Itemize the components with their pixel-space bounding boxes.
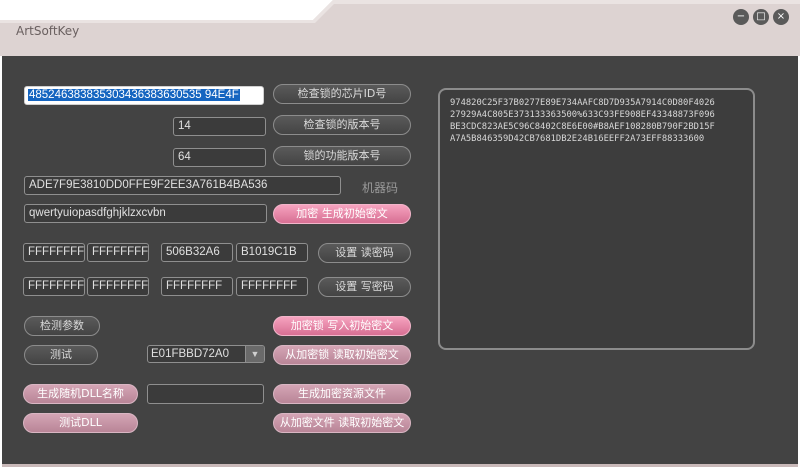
detect-params-button[interactable]: 检测参数	[24, 316, 100, 336]
dll-name-field[interactable]	[147, 384, 264, 404]
write-password-4[interactable]: FFFFFFFF	[236, 277, 308, 296]
version-field[interactable]: 14	[173, 117, 266, 136]
output-line: 974820C25F37B0277E89E734AAFC8D7D935A7914…	[450, 98, 715, 108]
read-password-1[interactable]: FFFFFFFF	[23, 243, 85, 262]
app-window: ArtSoftKey − □ × 48524638383530343638363…	[0, 0, 800, 467]
function-version-button[interactable]: 锁的功能版本号	[273, 146, 411, 166]
generate-resource-file-button[interactable]: 生成加密资源文件	[273, 384, 411, 404]
set-read-password-button[interactable]: 设置 读密码	[318, 243, 411, 263]
read-password-2[interactable]: FFFFFFFF	[87, 243, 149, 262]
test-button[interactable]: 测试	[24, 345, 98, 365]
title-bar[interactable]: ArtSoftKey − □ ×	[0, 0, 800, 56]
output-line: BE3CDC823AE5C96C8402C8E6E00#B8AEF108280B…	[450, 122, 715, 132]
maximize-icon[interactable]: □	[753, 9, 769, 25]
read-from-lock-button[interactable]: 从加密锁 读取初始密文	[273, 345, 411, 365]
ciphertext-output[interactable]: 974820C25F37B0277E89E734AAFC8D7D935A7914…	[438, 88, 755, 350]
write-password-3[interactable]: FFFFFFFF	[161, 277, 233, 296]
minimize-icon[interactable]: −	[733, 9, 749, 25]
window-title: ArtSoftKey	[16, 24, 80, 38]
encrypt-generate-button[interactable]: 加密 生成初始密文	[273, 204, 411, 224]
output-line: 27929A4C805E373133363500%633C93FE908EF43…	[450, 110, 715, 120]
write-password-2[interactable]: FFFFFFFF	[87, 277, 149, 296]
output-line: A7A5B846359D42CB7681DB2E24B16EEFF2A73EFF…	[450, 134, 705, 144]
machine-code-field[interactable]: ADE7F9E3810DD0FFE9F2EE3A761B4BA536	[24, 176, 341, 195]
machine-code-label: 机器码	[362, 181, 399, 195]
function-version-field[interactable]: 64	[173, 148, 266, 167]
close-icon[interactable]: ×	[773, 9, 789, 25]
chevron-down-icon[interactable]: ▼	[245, 346, 264, 362]
check-chip-id-button[interactable]: 检查锁的芯片ID号	[273, 84, 411, 104]
generate-random-dll-button[interactable]: 生成随机DLL名称	[23, 384, 138, 404]
main-panel: 485246383835303436383630535 94E4F 检查锁的芯片…	[2, 56, 798, 467]
write-to-lock-button[interactable]: 加密锁 写入初始密文	[273, 316, 411, 336]
set-write-password-button[interactable]: 设置 写密码	[318, 277, 411, 297]
read-from-file-button[interactable]: 从加密文件 读取初始密文	[273, 413, 411, 433]
read-password-4[interactable]: B1019C1B	[236, 243, 308, 262]
chip-id-value: 485246383835303436383630535 94E4F	[28, 89, 240, 101]
check-version-button[interactable]: 检查锁的版本号	[273, 115, 411, 135]
test-dll-button[interactable]: 测试DLL	[23, 413, 138, 433]
seed-field[interactable]: qwertyuiopasdfghjklzxcvbn	[24, 204, 267, 223]
title-bar-shape	[0, 0, 800, 56]
write-password-1[interactable]: FFFFFFFF	[23, 277, 85, 296]
dropdown-value: E01FBBD72A0	[151, 348, 229, 360]
read-password-3[interactable]: 506B32A6	[161, 243, 233, 262]
chip-id-field[interactable]: 485246383835303436383630535 94E4F	[24, 86, 264, 105]
value-dropdown[interactable]: E01FBBD72A0 ▼	[147, 345, 265, 363]
